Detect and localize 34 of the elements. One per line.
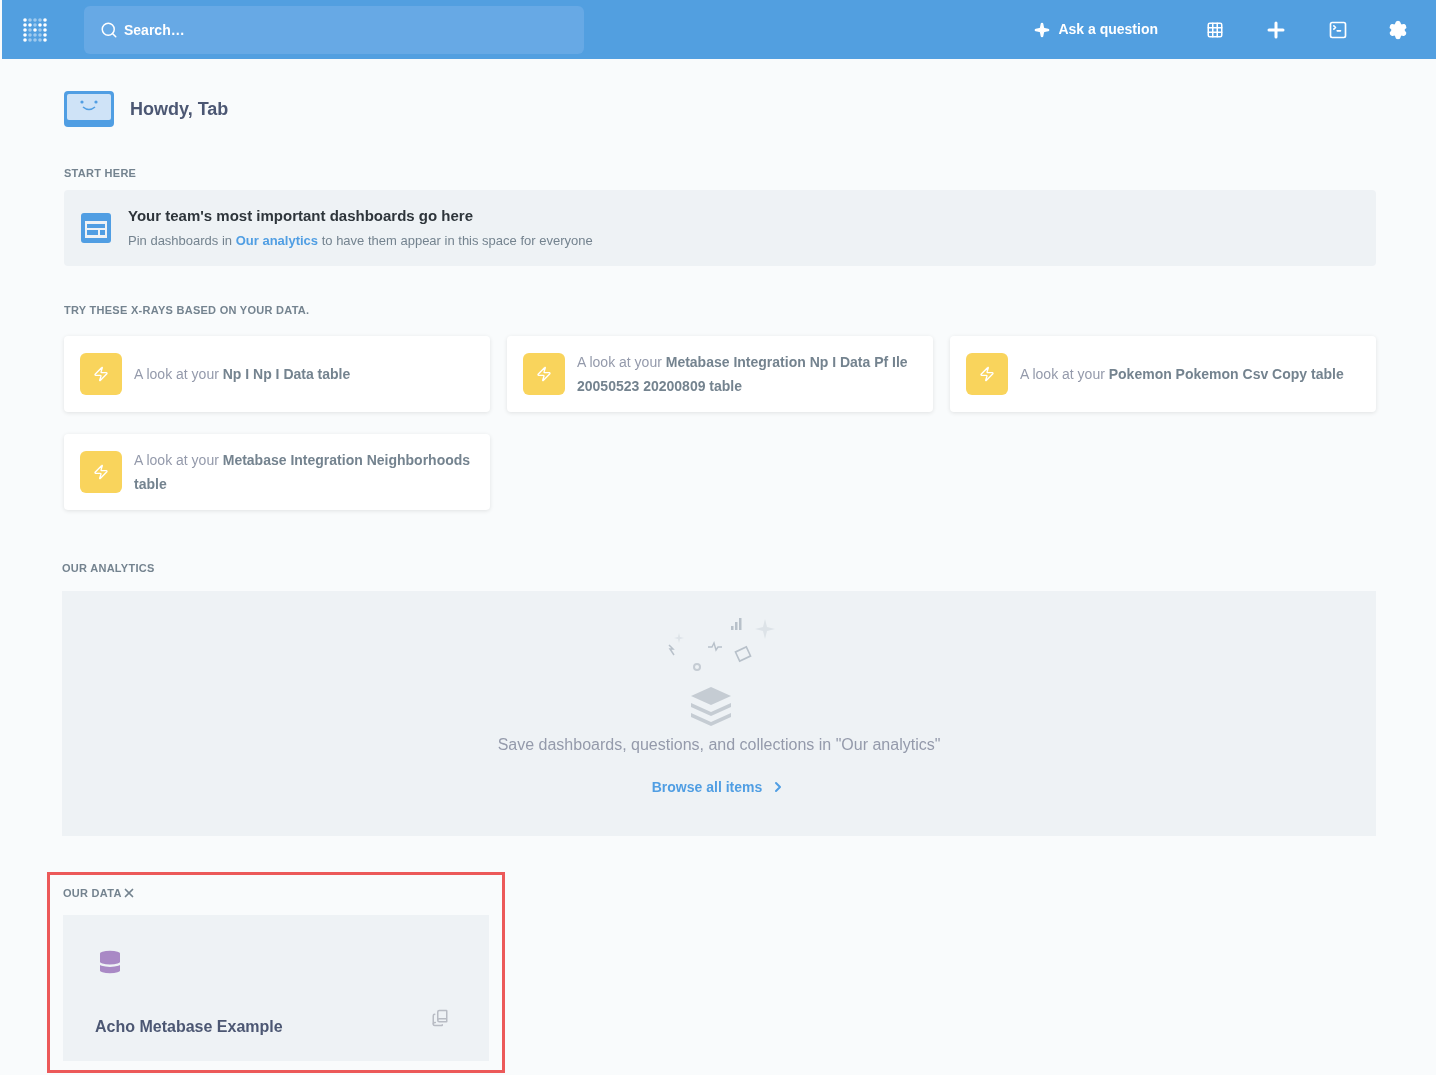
lightning-icon: [966, 353, 1008, 395]
lightning-icon: [80, 353, 122, 395]
sparkle-icon: [1034, 21, 1051, 38]
settings-icon[interactable]: [1388, 19, 1408, 40]
xray-card[interactable]: A look at your Metabase Integration Np I Data Pf Ile 20050523 20200809 table: [507, 336, 933, 412]
banner-text: Pin dashboards in Our analytics to have them appear in this space for everyone: [128, 232, 593, 250]
section-heading: START HERE: [64, 166, 138, 181]
empty-state-text: Save dashboards, questions, and collections in "Our analytics": [497, 734, 941, 755]
banner-title: Your team's most important dashboards go here: [128, 205, 474, 226]
search-icon: [100, 20, 118, 39]
database-card[interactable]: Acho Metabase Example: [63, 915, 489, 1061]
our-analytics-link[interactable]: Our analytics: [235, 233, 319, 248]
search-field[interactable]: Search…: [84, 5, 584, 54]
section-heading: OUR DATA: [63, 885, 122, 901]
greeting: Howdy, Tab: [130, 97, 229, 121]
section-heading: OUR ANALYTICS: [62, 561, 156, 576]
xray-card[interactable]: A look at your Metabase Integration Neighborhoods table: [64, 434, 490, 510]
grid-icon[interactable]: [1206, 20, 1224, 39]
terminal-icon[interactable]: [1328, 19, 1348, 40]
xray-text: A look at your Metabase Integration Neighborhoods table: [134, 451, 472, 494]
xray-text: A look at your Metabase Integration Np I Data Pf Ile 20050523 20200809 table: [577, 353, 909, 396]
lightning-icon: [80, 451, 122, 493]
xray-text: A look at your Np I Np I Data table: [134, 365, 351, 384]
ask-question-button[interactable]: Ask a question: [1034, 19, 1158, 40]
xray-text: A look at your Pokemon Pokemon Csv Copy table: [1020, 365, 1344, 384]
lightning-icon: [523, 353, 565, 395]
smiling-screen-icon: [64, 91, 114, 127]
copy-icon[interactable]: [431, 1009, 449, 1027]
database-name: Acho Metabase Example: [95, 1017, 283, 1037]
xray-card[interactable]: A look at your Np I Np I Data table: [64, 336, 490, 412]
browse-all-items-link[interactable]: Browse all items: [651, 776, 787, 798]
dashboard-icon: [80, 211, 112, 244]
xray-card[interactable]: A look at your Pokemon Pokemon Csv Copy table: [950, 336, 1376, 412]
section-heading: TRY THESE X-RAYS BASED ON YOUR DATA.: [64, 302, 311, 318]
